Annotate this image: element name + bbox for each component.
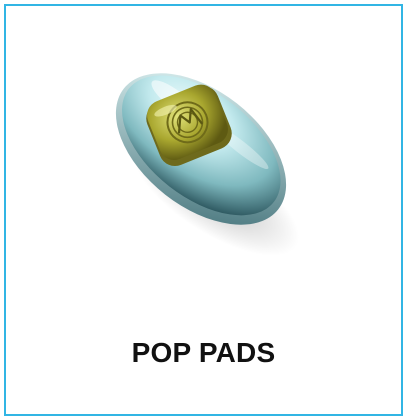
product-name[interactable]: POP PADS <box>6 337 401 369</box>
product-card[interactable]: POP PADS <box>4 4 403 416</box>
silicone-nose-pad-icon[interactable] <box>81 31 321 271</box>
